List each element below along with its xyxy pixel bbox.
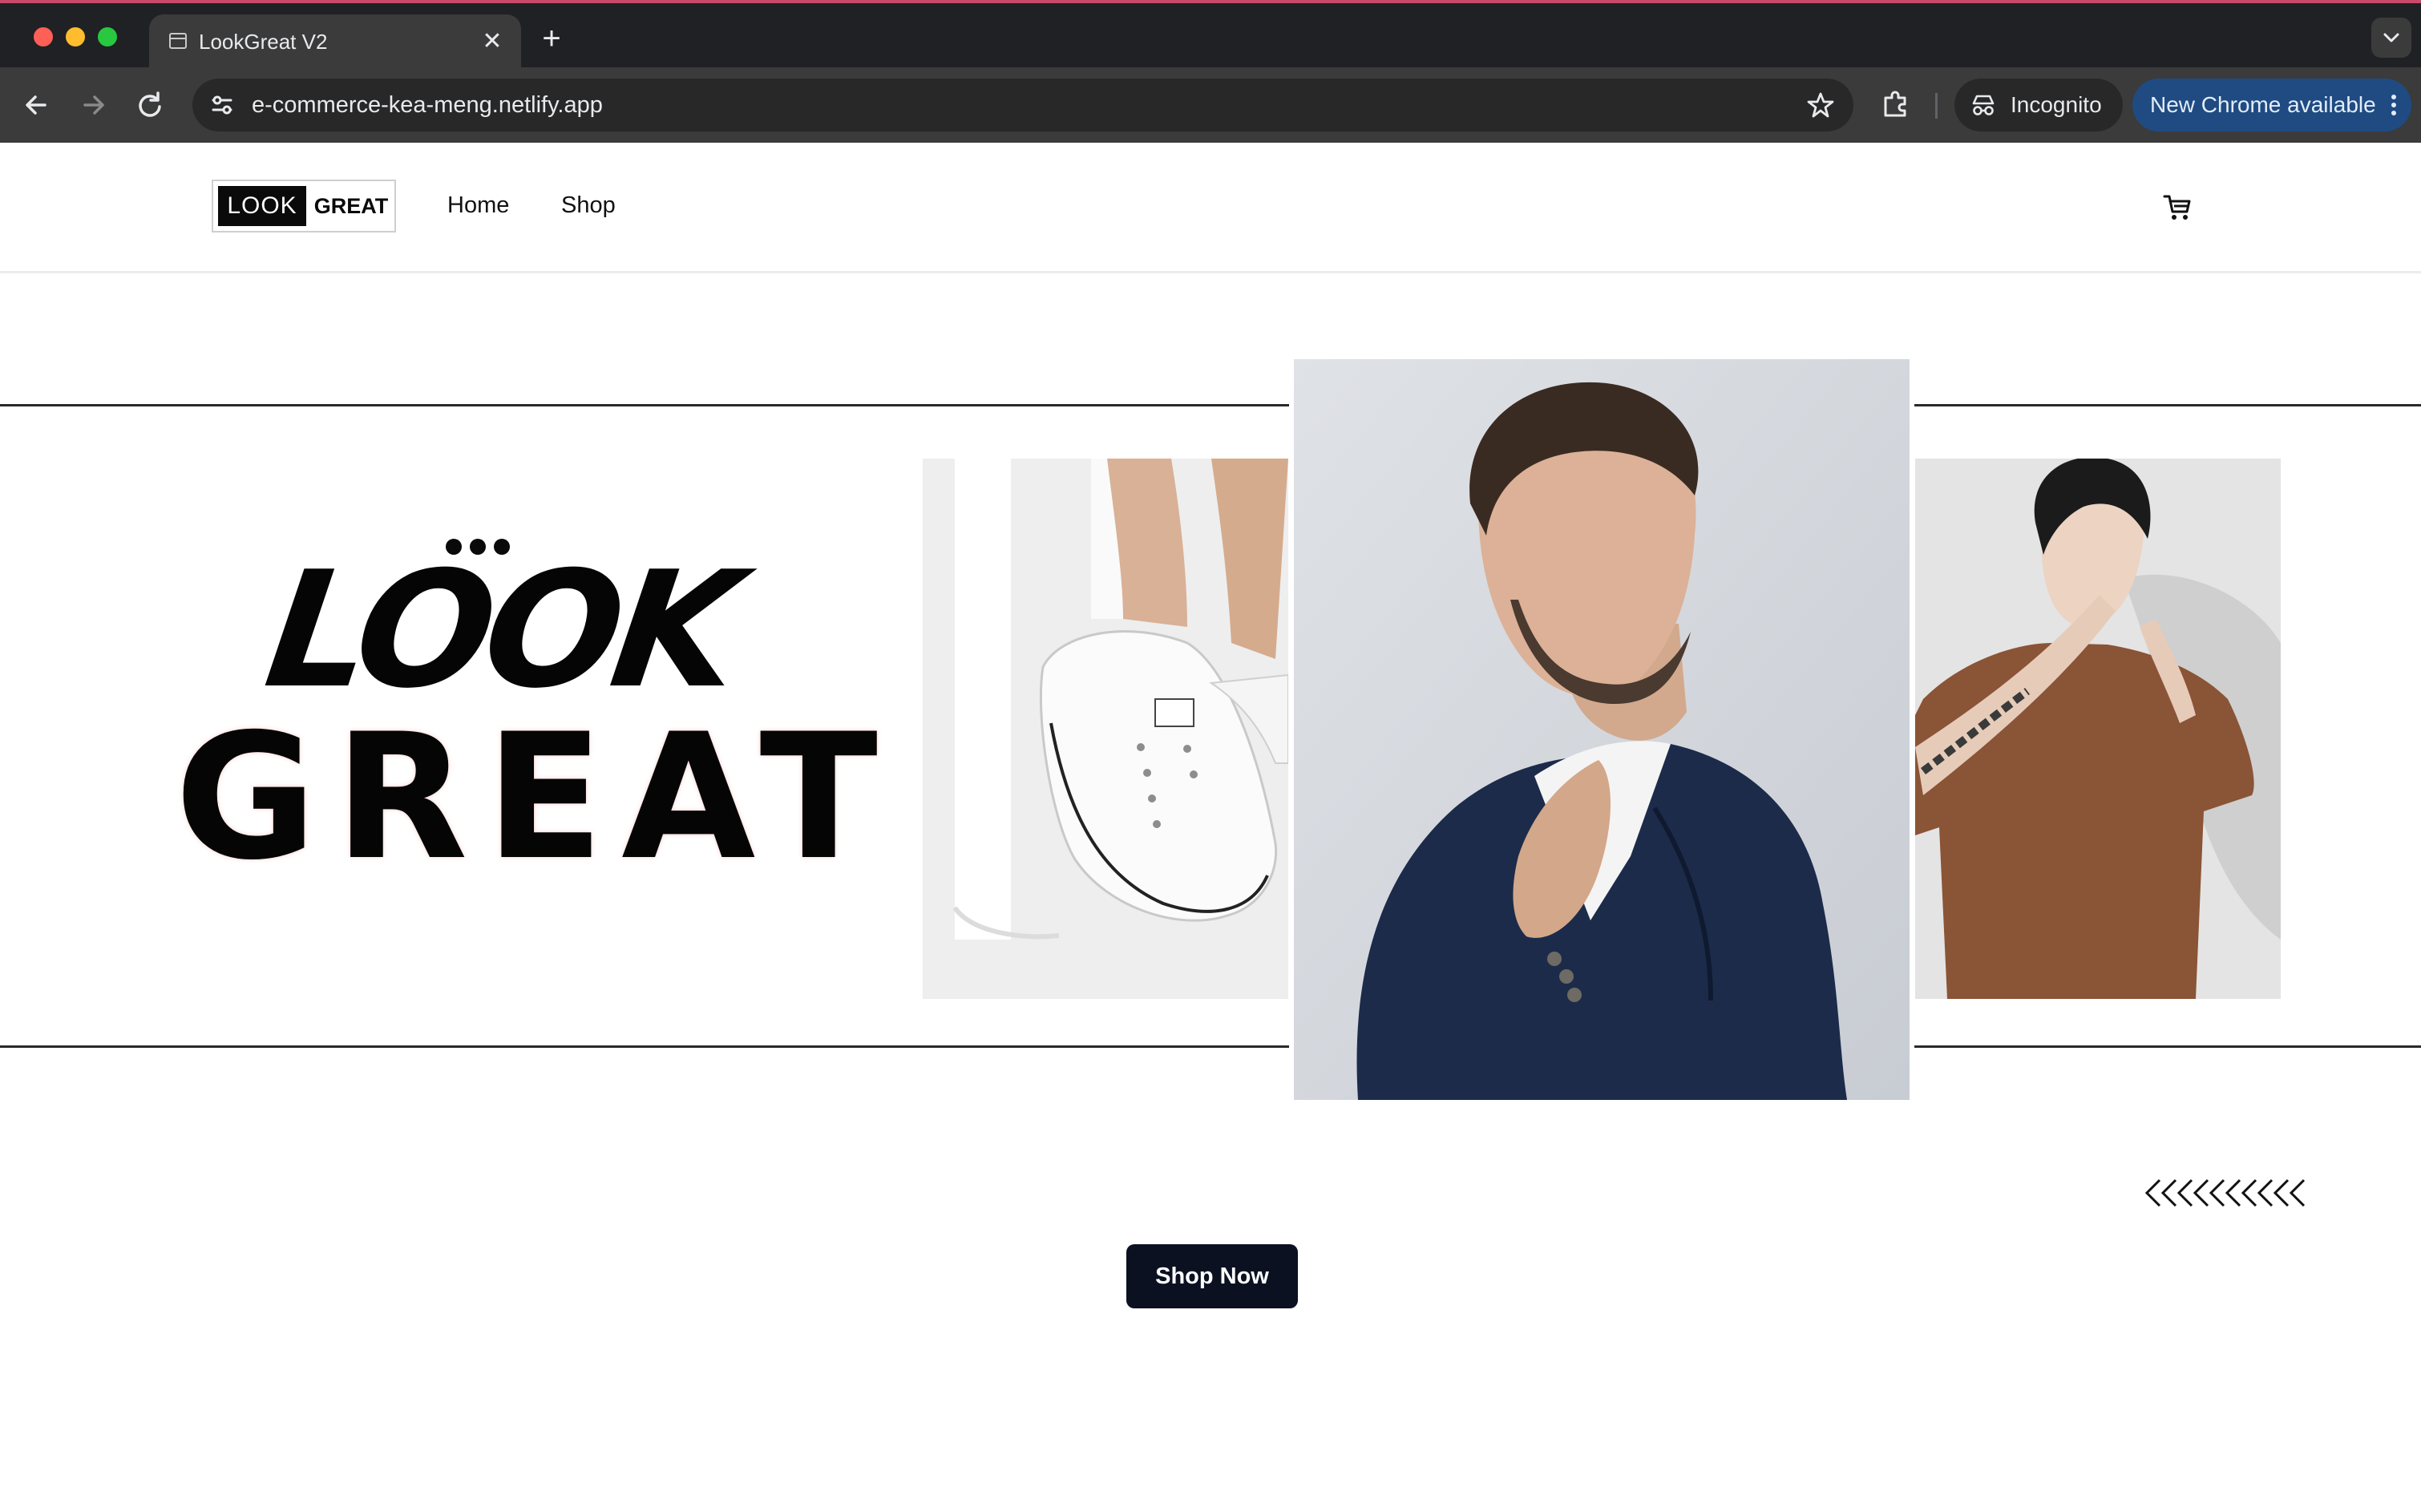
hero-rule-bottom-right: [1914, 1045, 2421, 1048]
man-in-navy-suit-photo: [1294, 359, 1910, 1100]
nav-link-home[interactable]: Home: [447, 191, 509, 220]
header-divider: [0, 271, 2421, 273]
reload-button[interactable]: [130, 85, 170, 125]
chevron-left-icon: [2144, 1178, 2161, 1207]
shopping-cart-icon: [2163, 195, 2191, 220]
update-label: New Chrome available: [2150, 92, 2376, 117]
chevron-left-icon: [2257, 1178, 2273, 1207]
incognito-indicator[interactable]: Incognito: [1954, 79, 2123, 131]
puzzle-icon: [1884, 91, 1906, 117]
hero-great-text: GREAT: [175, 697, 895, 898]
tab-search-button[interactable]: [2371, 18, 2411, 58]
white-sneakers-photo: [923, 459, 1288, 999]
hero-rule-top-right: [1914, 404, 2421, 406]
tab-strip: LookGreat V2 ✕ +: [0, 3, 2421, 71]
back-button[interactable]: [16, 85, 56, 125]
chevron-left-icon: [2209, 1178, 2225, 1207]
extensions-button[interactable]: [1876, 85, 1916, 125]
chevron-left-icon: [2273, 1178, 2290, 1207]
chevron-left-icon: [2176, 1178, 2193, 1207]
hero-rule-top-left: [0, 404, 1289, 406]
tab-title: LookGreat V2: [199, 30, 328, 54]
browser-chrome: LookGreat V2 ✕ + e-commerce-kea-meng.net…: [0, 0, 2421, 143]
nav-link-shop[interactable]: Shop: [561, 191, 616, 220]
chevron-left-icon: [2225, 1178, 2241, 1207]
chevron-left-icon: [2160, 1178, 2177, 1207]
tab-lookgreat[interactable]: LookGreat V2 ✕: [149, 14, 521, 71]
shop-now-button[interactable]: Shop Now: [1126, 1244, 1298, 1308]
incognito-icon: [1972, 95, 1995, 115]
toolbar-divider: [1935, 93, 1938, 119]
chevron-left-icon: [2241, 1178, 2257, 1207]
browser-toolbar: e-commerce-kea-meng.netlify.app Incognit…: [0, 67, 2421, 143]
incognito-label: Incognito: [2011, 92, 2102, 117]
tune-icon[interactable]: [207, 90, 237, 120]
man-in-brown-tshirt-photo: [1915, 459, 2281, 999]
reload-icon: [139, 91, 161, 117]
kebab-menu-icon[interactable]: [2384, 90, 2403, 120]
logo-great-text: GREAT: [313, 194, 389, 218]
site-logo[interactable]: LOOK GREAT: [212, 180, 396, 232]
address-bar[interactable]: e-commerce-kea-meng.netlify.app: [192, 79, 1853, 131]
site-header: LOOK GREAT Home Shop: [0, 143, 2421, 273]
chevron-left-icon: [2289, 1178, 2306, 1207]
forward-button[interactable]: [74, 85, 114, 125]
logo-look-text: LOOK: [218, 186, 306, 226]
cart-button[interactable]: [2161, 191, 2193, 223]
arrow-left-icon: [26, 95, 46, 115]
close-window-button[interactable]: [34, 27, 53, 46]
close-tab-icon[interactable]: ✕: [478, 27, 507, 56]
star-icon[interactable]: [1805, 90, 1836, 120]
maximize-window-button[interactable]: [98, 27, 117, 46]
hero-look-text: LOOK: [256, 537, 744, 724]
chevron-down-icon: [2383, 33, 2399, 42]
new-tab-button[interactable]: +: [536, 22, 568, 55]
chevron-left-icon: [2193, 1178, 2209, 1207]
url-text[interactable]: e-commerce-kea-meng.netlify.app: [252, 91, 603, 119]
decorative-chevrons: [2144, 1177, 2306, 1209]
arrow-right-icon: [83, 95, 104, 115]
minimize-window-button[interactable]: [66, 27, 85, 46]
hero-wordmark: LOOK GREAT: [175, 537, 878, 1052]
update-chrome-button[interactable]: New Chrome available: [2132, 79, 2411, 131]
page-icon: [169, 33, 187, 49]
page-viewport: LOOK GREAT Home Shop LOOK GREAT Shop Now: [0, 143, 2421, 1512]
